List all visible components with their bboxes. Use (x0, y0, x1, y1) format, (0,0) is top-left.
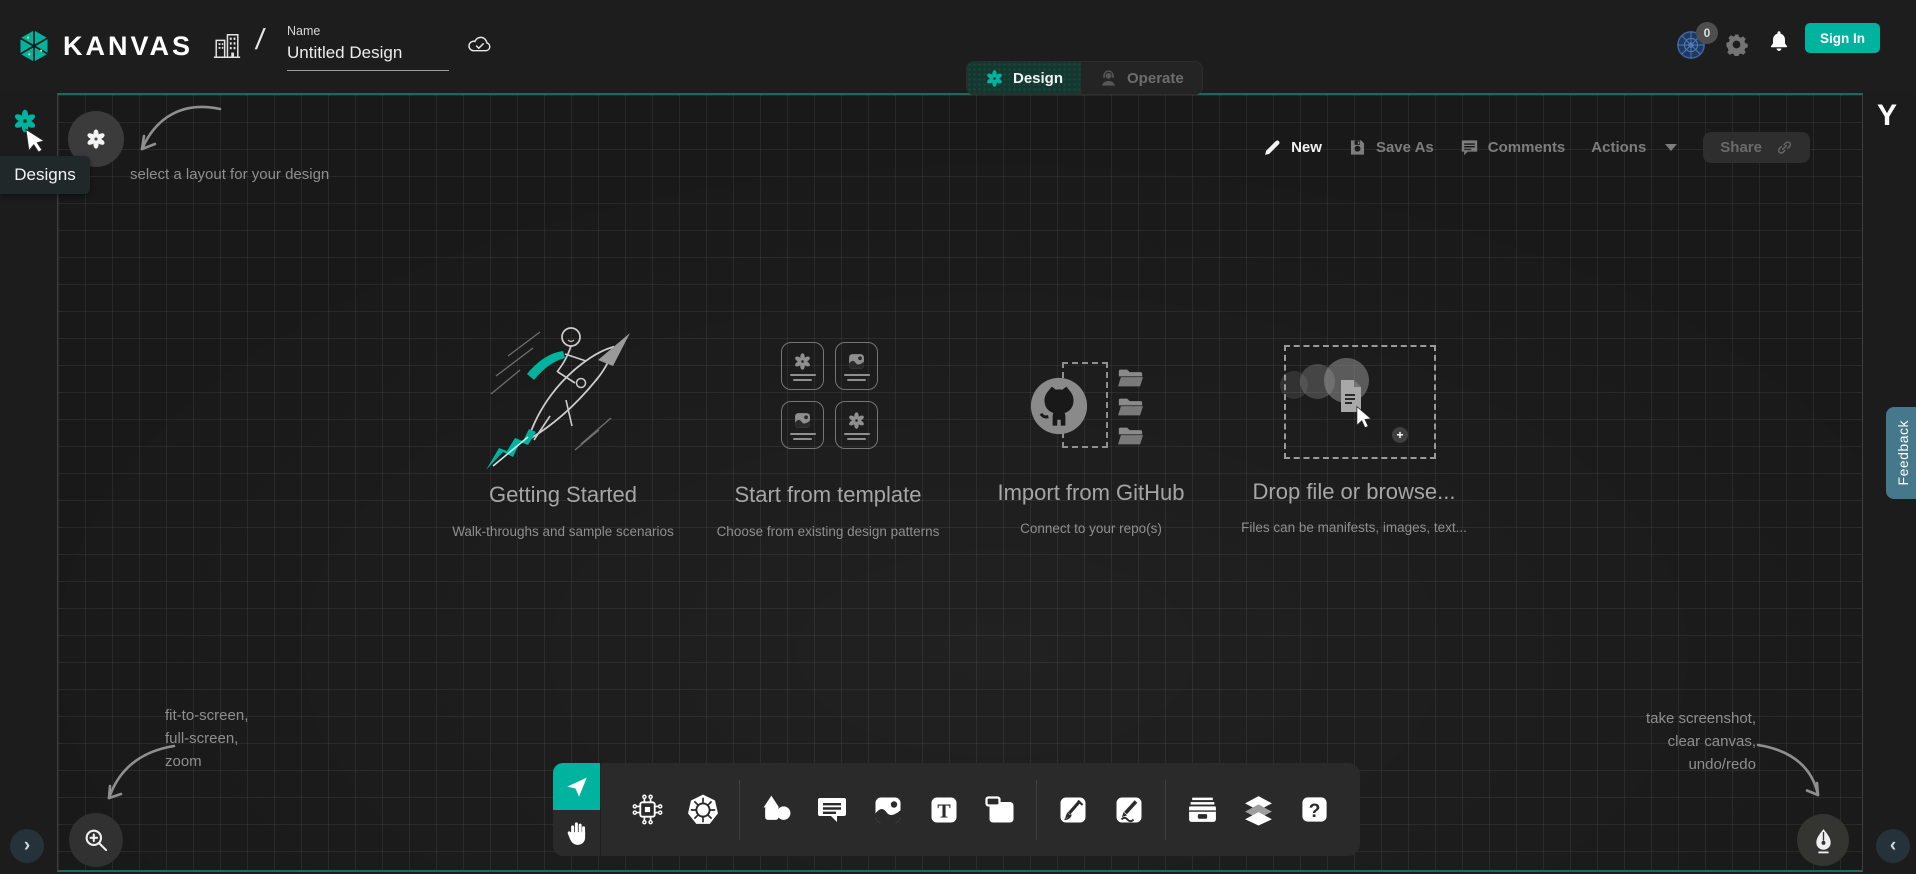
canvas-actions-button[interactable] (1797, 814, 1849, 866)
save-as-button[interactable]: Save As (1348, 138, 1434, 157)
brand-name: KANVAS (63, 31, 193, 62)
actions-dropdown[interactable]: Actions (1591, 139, 1677, 156)
pen-tool-button[interactable] (1045, 763, 1101, 856)
toolbar-divider (1036, 780, 1037, 840)
card-subtitle: Files can be manifests, images, text... (1184, 520, 1524, 535)
text-tool-button[interactable] (916, 763, 972, 856)
canvas-action-bar: New Save As Comments Actions Share (1263, 130, 1810, 164)
comment-icon (1460, 138, 1479, 157)
hand-icon (563, 819, 591, 847)
help-button[interactable] (1286, 763, 1342, 856)
save-as-label: Save As (1376, 139, 1434, 156)
organization-icon[interactable] (212, 31, 242, 61)
pointer-cursor-icon (20, 124, 54, 158)
image-tool-button[interactable] (860, 763, 916, 856)
drawing-toolbar (553, 763, 1360, 856)
toolbar-main (600, 763, 1360, 856)
actions-label: Actions (1591, 139, 1646, 156)
feedback-tab[interactable]: Feedback (1886, 407, 1916, 499)
pencil-tool-button[interactable] (1101, 763, 1157, 856)
toolbar-divider (739, 780, 740, 840)
left-rail (0, 93, 57, 872)
save-status-cloud-icon[interactable] (464, 32, 494, 58)
design-flower-icon (985, 69, 1004, 88)
pointer-tools-column (553, 763, 600, 856)
kanvas-logo: KANVAS (15, 27, 193, 65)
floppy-disk-icon (1348, 138, 1367, 157)
layout-hint-text: select a layout for your design (130, 163, 329, 186)
layers-button[interactable] (1230, 763, 1286, 856)
new-design-button[interactable]: New (1263, 138, 1322, 157)
tab-operate-label: Operate (1127, 70, 1184, 87)
tab-operate[interactable]: Operate (1081, 62, 1202, 94)
component-tool-button[interactable] (619, 763, 675, 856)
cursor-arrow-icon (564, 774, 590, 800)
expand-right-panel-button[interactable]: ‹ (1876, 829, 1910, 863)
shapes-tool-button[interactable] (748, 763, 804, 856)
plus-icon: + (1392, 427, 1408, 443)
comments-label: Comments (1488, 139, 1566, 156)
layers-icon (1242, 793, 1275, 826)
text-icon (928, 794, 960, 826)
question-mark-icon (1299, 794, 1330, 825)
top-bar: KANVAS / Name Design Operate 0 Sign In (0, 0, 1916, 93)
comment-bubble-icon (816, 794, 848, 826)
screenshot-hint-text: take screenshot, clear canvas, undo/redo (1646, 707, 1756, 776)
note-tool-button[interactable] (972, 763, 1028, 856)
import-from-github-card[interactable] (1000, 345, 1185, 550)
sticky-note-icon (984, 794, 1016, 826)
design-name-label: Name (287, 24, 449, 38)
pen-nib-icon (1810, 827, 1837, 854)
toolbar-divider (1165, 780, 1166, 840)
kubernetes-tool-button[interactable] (675, 763, 731, 856)
kanvas-hexagon-icon (15, 27, 53, 65)
designs-tooltip: Designs (0, 156, 90, 194)
kubernetes-helm-icon (686, 793, 720, 827)
components-drawer-button[interactable] (1174, 763, 1230, 856)
mode-tabs: Design Operate (966, 61, 1203, 95)
expand-left-panel-button[interactable]: › (10, 829, 44, 863)
chevron-down-icon[interactable] (1665, 144, 1677, 151)
pencil-icon (1113, 794, 1145, 826)
image-icon (872, 794, 904, 826)
select-tool-button[interactable] (553, 763, 600, 810)
layout-flower-icon (85, 128, 107, 150)
pan-tool-button[interactable] (553, 810, 600, 856)
kanvas-app: KANVAS / Name Design Operate 0 Sign In (0, 0, 1916, 874)
feedback-label: Feedback (1895, 420, 1911, 485)
drawer-icon (1186, 793, 1219, 826)
zoom-controls-button[interactable] (69, 813, 123, 867)
pointer-cursor-icon (1352, 405, 1378, 431)
share-button[interactable]: Share (1703, 132, 1810, 163)
start-from-template-card[interactable] (728, 330, 928, 552)
design-name-input[interactable] (287, 43, 449, 71)
shapes-icon (760, 793, 793, 826)
new-label: New (1291, 139, 1322, 156)
pen-icon (1057, 794, 1089, 826)
card-title: Drop file or browse... (1184, 479, 1524, 505)
sign-in-button[interactable]: Sign In (1805, 23, 1880, 53)
comment-tool-button[interactable] (804, 763, 860, 856)
getting-started-card[interactable] (423, 322, 703, 552)
pencil-icon (1263, 138, 1282, 157)
screenshot-hint-arrow (1752, 733, 1834, 805)
design-name-group: Name (287, 24, 449, 71)
zoom-hint-text: fit-to-screen, full-screen, zoom (165, 704, 248, 773)
tab-design[interactable]: Design (967, 62, 1081, 94)
operate-person-icon (1099, 69, 1118, 88)
notifications-bell-icon[interactable] (1767, 29, 1791, 53)
notification-count-badge: 0 (1696, 22, 1718, 44)
circuit-chip-icon (631, 793, 664, 826)
tab-design-label: Design (1013, 70, 1063, 87)
share-label: Share (1720, 139, 1762, 156)
magnifier-plus-icon (82, 826, 110, 854)
drop-file-zone[interactable]: + (1284, 345, 1436, 459)
breadcrumb-separator: / (254, 24, 267, 57)
comments-button[interactable]: Comments (1460, 138, 1566, 157)
layout-hint-arrow (128, 99, 224, 165)
settings-gear-icon[interactable] (1725, 33, 1748, 56)
layer5-y-logo[interactable]: Y (1877, 99, 1897, 133)
link-chain-icon (1776, 139, 1793, 156)
